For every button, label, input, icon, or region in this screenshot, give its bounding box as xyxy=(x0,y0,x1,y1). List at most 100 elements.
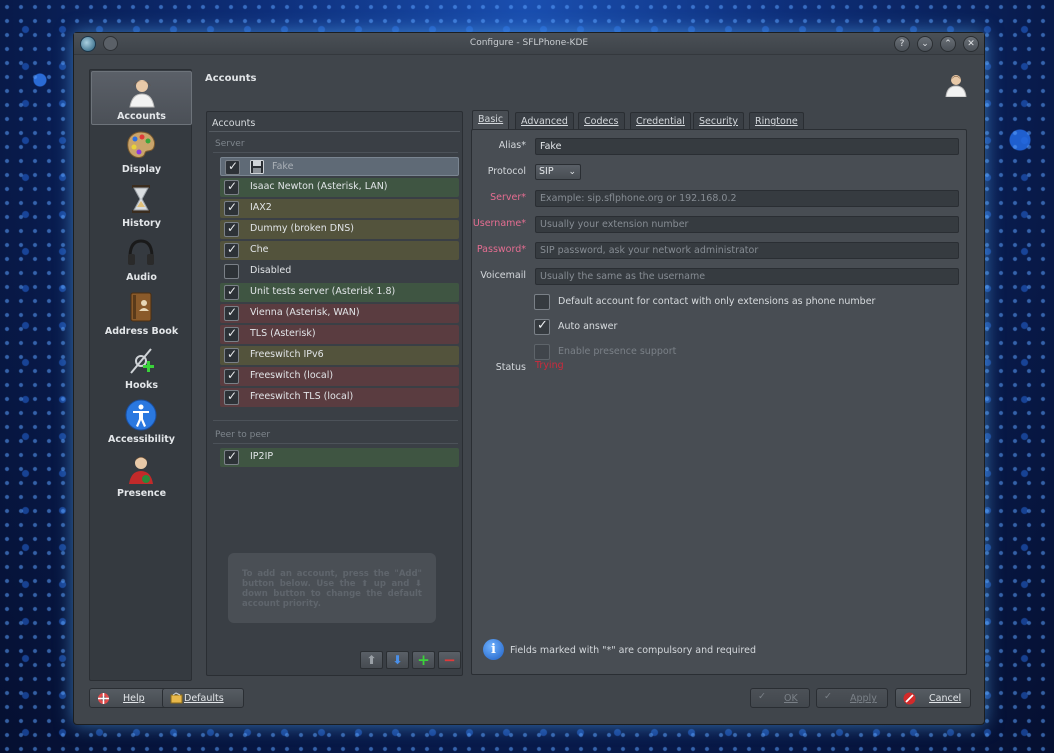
sidebar-item-hooks[interactable]: Hooks xyxy=(91,341,192,395)
auto-answer-checkbox[interactable] xyxy=(534,318,550,335)
checkmark-icon: ✓ xyxy=(758,691,766,702)
account-enabled-checkbox[interactable] xyxy=(224,200,239,216)
account-row[interactable]: Dummy (broken DNS) xyxy=(220,220,459,239)
help-button[interactable]: Help xyxy=(89,688,170,708)
sidebar-item-label: Hooks xyxy=(125,380,158,391)
server-label: Server* xyxy=(490,192,526,203)
maximize-icon[interactable]: ⌃ xyxy=(940,36,956,52)
cancel-button[interactable]: Cancel xyxy=(895,688,971,708)
accounts-list-panel: Accounts Server Fake Isaac Newton (Aster… xyxy=(206,111,463,676)
p2p-group-label: Peer to peer xyxy=(215,430,271,440)
account-enabled-checkbox[interactable] xyxy=(224,242,239,258)
account-enabled-checkbox[interactable] xyxy=(224,305,239,321)
voicemail-field[interactable]: Usually the same as the username xyxy=(535,268,959,285)
basic-settings-panel: Alias* Fake Protocol SIP ⌄ Server* Examp… xyxy=(471,129,967,675)
account-name: Unit tests server (Asterisk 1.8) xyxy=(250,286,396,297)
sidebar-item-accounts[interactable]: Accounts xyxy=(91,71,192,125)
defaults-label: Defaults xyxy=(184,693,224,704)
account-row[interactable]: TLS (Asterisk) xyxy=(220,325,459,344)
accounts-person-icon xyxy=(129,80,155,108)
alias-field[interactable]: Fake xyxy=(535,138,959,155)
username-field[interactable]: Usually your extension number xyxy=(535,216,959,233)
sidebar-item-label: Audio xyxy=(126,272,157,283)
presence-person-icon xyxy=(129,457,153,484)
account-row[interactable]: Isaac Newton (Asterisk, LAN) xyxy=(220,178,459,197)
account-row[interactable]: Freeswitch IPv6 xyxy=(220,346,459,365)
account-name: Freeswitch (local) xyxy=(250,370,334,381)
protocol-select[interactable]: SIP ⌄ xyxy=(535,164,581,180)
default-account-checkbox[interactable] xyxy=(534,294,550,310)
account-row[interactable]: Freeswitch TLS (local) xyxy=(220,388,459,407)
configure-dialog: Configure - SFLPhone-KDE ? ⌄ ⌃ ✕ Account… xyxy=(73,32,985,725)
account-row[interactable]: Che xyxy=(220,241,459,260)
account-enabled-checkbox[interactable] xyxy=(224,368,239,384)
server-group-label: Server xyxy=(215,139,245,149)
help-question-icon[interactable]: ? xyxy=(894,36,910,52)
sidebar-item-address-book[interactable]: Address Book xyxy=(91,287,192,341)
sidebar-item-accessibility[interactable]: Accessibility xyxy=(91,395,192,449)
sidebar-item-label: Presence xyxy=(116,488,167,499)
floppy-save-icon xyxy=(250,160,264,174)
server-field[interactable]: Example: sip.sflphone.org or 192.168.0.2 xyxy=(535,190,959,207)
minimize-icon[interactable]: ⌄ xyxy=(917,36,933,52)
account-name: Fake xyxy=(272,161,294,172)
titlebar[interactable]: Configure - SFLPhone-KDE ? ⌄ ⌃ ✕ xyxy=(74,33,984,55)
tab-basic[interactable]: Basic xyxy=(472,110,510,130)
close-icon[interactable]: ✕ xyxy=(963,36,979,52)
alias-label: Alias* xyxy=(498,140,526,151)
add-account-button[interactable]: + xyxy=(412,651,435,669)
defaults-reset-icon xyxy=(170,692,183,704)
account-enabled-checkbox[interactable] xyxy=(224,221,239,237)
account-enabled-checkbox[interactable] xyxy=(224,326,239,342)
sidebar-item-display[interactable]: Display xyxy=(91,125,192,179)
window-title: Configure - SFLPhone-KDE xyxy=(469,38,589,48)
account-row-fake[interactable]: Fake xyxy=(220,157,459,176)
arrow-down-icon: ⬇ xyxy=(392,653,403,667)
apply-button[interactable]: ✓ Apply xyxy=(816,688,888,708)
account-row-ip2ip[interactable]: IP2IP xyxy=(220,448,459,467)
default-account-label: Default account for contact with only ex… xyxy=(558,296,876,307)
account-row[interactable]: Unit tests server (Asterisk 1.8) xyxy=(220,283,459,302)
account-enabled-checkbox[interactable] xyxy=(224,264,239,279)
accessibility-icon xyxy=(125,399,157,431)
account-enabled-checkbox[interactable] xyxy=(224,179,239,195)
account-name: Vienna (Asterisk, WAN) xyxy=(250,307,360,318)
presence-checkbox[interactable] xyxy=(534,344,550,360)
ok-label: OK xyxy=(784,693,798,704)
protocol-value: SIP xyxy=(539,166,554,177)
account-row[interactable]: Freeswitch (local) xyxy=(220,367,459,386)
hooks-plug-icon xyxy=(130,348,154,374)
move-up-button[interactable]: ⬆ xyxy=(360,651,383,669)
divider xyxy=(213,152,458,153)
minus-icon: − xyxy=(443,651,456,669)
account-enabled-checkbox[interactable] xyxy=(224,389,239,405)
sidebar-item-audio[interactable]: Audio xyxy=(91,233,192,287)
add-account-hint: To add an account, press the "Add" butto… xyxy=(228,553,436,623)
checkmark-icon: ✓ xyxy=(824,691,832,702)
tab-security[interactable]: Security xyxy=(693,112,745,130)
tab-codecs[interactable]: Codecs xyxy=(578,112,625,130)
account-row[interactable]: IAX2 xyxy=(220,199,459,218)
tab-ringtone[interactable]: Ringtone xyxy=(749,112,804,130)
remove-account-button[interactable]: − xyxy=(438,651,461,669)
ok-button[interactable]: ✓ OK xyxy=(750,688,810,708)
account-enabled-checkbox[interactable] xyxy=(224,347,239,363)
presence-label: Enable presence support xyxy=(558,346,677,357)
account-enabled-checkbox[interactable] xyxy=(225,159,240,175)
defaults-button[interactable]: Defaults xyxy=(162,688,244,708)
tab-credential[interactable]: Credential xyxy=(630,112,691,130)
account-enabled-checkbox[interactable] xyxy=(224,449,239,465)
info-icon: i xyxy=(483,639,504,660)
headphones-icon xyxy=(128,239,154,265)
password-field[interactable]: SIP password, ask your network administr… xyxy=(535,242,959,259)
account-row[interactable]: Vienna (Asterisk, WAN) xyxy=(220,304,459,323)
status-label: Status xyxy=(495,362,526,373)
account-enabled-checkbox[interactable] xyxy=(224,284,239,300)
tab-advanced[interactable]: Advanced xyxy=(515,112,574,130)
move-down-button[interactable]: ⬇ xyxy=(386,651,409,669)
sidebar-item-presence[interactable]: Presence xyxy=(91,449,192,503)
page-title: Accounts xyxy=(205,73,257,84)
page-person-icon xyxy=(945,75,967,97)
sidebar-item-history[interactable]: History xyxy=(91,179,192,233)
account-row[interactable]: Disabled xyxy=(220,262,459,281)
